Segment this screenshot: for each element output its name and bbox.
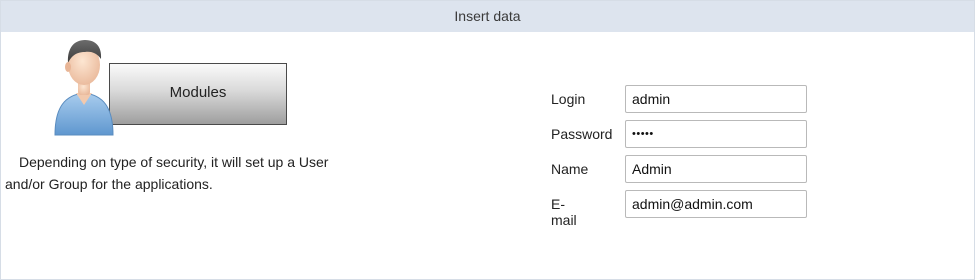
email-input[interactable] [625,190,807,218]
insert-data-panel: Insert data Modules Depending on type of… [0,0,975,280]
security-description: Depending on type of security, it will s… [5,154,329,192]
modules-label: Modules [169,84,227,101]
name-input[interactable] [625,155,807,183]
password-input[interactable] [625,120,807,148]
panel-title: Insert data [1,1,974,32]
login-label: Login [551,91,586,107]
user-icon [54,40,114,136]
login-input[interactable] [625,85,807,113]
modules-illustration: Modules [51,35,291,139]
name-label: Name [551,161,589,177]
password-label: Password [551,126,613,142]
modules-box: Modules [109,63,287,125]
email-label: E-mail [551,196,577,228]
